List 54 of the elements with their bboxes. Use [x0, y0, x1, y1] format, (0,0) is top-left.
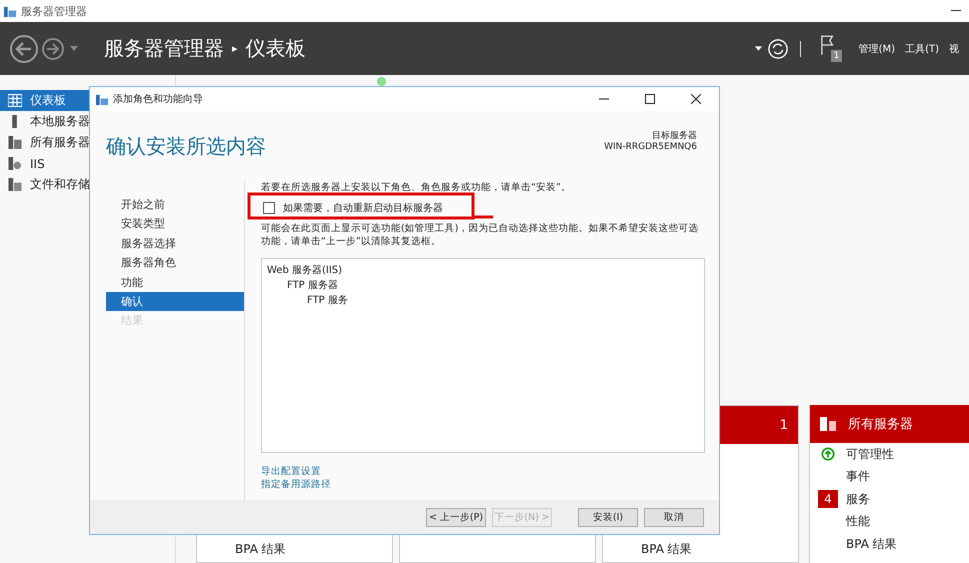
page-heading: 确认安装所选内容 [106, 133, 266, 160]
maximize-icon[interactable] [645, 94, 655, 104]
intro-text: 若要在所选服务器上安装以下角色、角色服务或功能，请单击“安装”。 [261, 181, 572, 194]
caret-icon[interactable] [754, 46, 762, 51]
menu-item[interactable]: 工具(T) [905, 42, 939, 56]
forward-icon[interactable] [41, 36, 65, 60]
servers-icon [8, 136, 22, 149]
back-icon[interactable] [9, 34, 39, 64]
notification-count: 1 [830, 50, 842, 62]
menu-item[interactable]: 管理(M) [858, 42, 896, 56]
close-icon[interactable] [691, 94, 701, 104]
breadcrumb-app[interactable]: 服务器管理器 [104, 35, 224, 62]
wizard-button[interactable]: < 上一步(P) [426, 508, 486, 526]
breadcrumb-page: 仪表板 [246, 35, 306, 62]
breadcrumb-separator: ▸ [232, 42, 238, 55]
wizard-button[interactable]: 安装(I) [578, 508, 638, 526]
status-dot-icon [376, 76, 387, 87]
card-row[interactable]: BPA 结果 [846, 536, 897, 553]
wizard-step[interactable]: 开始之前 [106, 195, 244, 214]
card-row[interactable]: 事件 [846, 468, 870, 486]
wizard-step[interactable]: 功能 [106, 272, 244, 292]
app-icon [4, 4, 17, 18]
wizard-step[interactable]: 服务器选择 [106, 234, 244, 254]
wizard-button[interactable]: 取消 [644, 508, 704, 526]
refresh-icon[interactable] [768, 38, 788, 58]
dashboard-icon [8, 94, 22, 107]
wizard-step[interactable]: 服务器角色 [106, 253, 244, 273]
card-row[interactable]: 服务 [846, 490, 870, 508]
card-header[interactable]: 所有服务器 [810, 405, 969, 443]
tile-row[interactable]: BPA 结果 [603, 541, 798, 562]
sidebar-item[interactable]: 本地服务器 [0, 111, 175, 132]
flag-icon[interactable] [820, 34, 835, 56]
target-label: 目标服务器 [652, 130, 697, 142]
menu-item[interactable]: 视 [949, 42, 959, 56]
tile-row[interactable]: BPA 结果 [197, 541, 392, 562]
card-row[interactable]: 可管理性 [846, 446, 894, 463]
note-text: 可能会在此页面上显示可选功能(如管理工具)，因为已自动选择这些功能。如果不希望安装这些可选功能，请单击“上一步”以清除其复选框。 [261, 222, 700, 248]
link[interactable]: 指定备用源路径 [261, 478, 331, 491]
feature-item: FTP 服务器 [287, 279, 338, 293]
minimize-icon[interactable] [951, 10, 961, 12]
window-title: 服务器管理器 [21, 4, 87, 18]
feature-item: FTP 服务 [307, 294, 348, 308]
link[interactable]: 导出配置设置 [261, 465, 321, 478]
feature-item: Web 服务器(IIS) [267, 264, 342, 278]
wizard-icon [96, 92, 109, 106]
wizard-step[interactable]: 安装类型 [106, 214, 244, 234]
server-globe-icon [8, 157, 22, 170]
alert-count: 4 [818, 490, 838, 508]
servers-icon [820, 417, 836, 431]
storage-icon [8, 178, 22, 191]
card-row[interactable]: 性能 [846, 513, 870, 530]
target-server: WIN-RRGDR5EMNQ6 [604, 142, 697, 152]
sidebar-item[interactable]: 文件和存储 [0, 174, 175, 195]
wizard-step[interactable]: 确认 [106, 292, 244, 312]
